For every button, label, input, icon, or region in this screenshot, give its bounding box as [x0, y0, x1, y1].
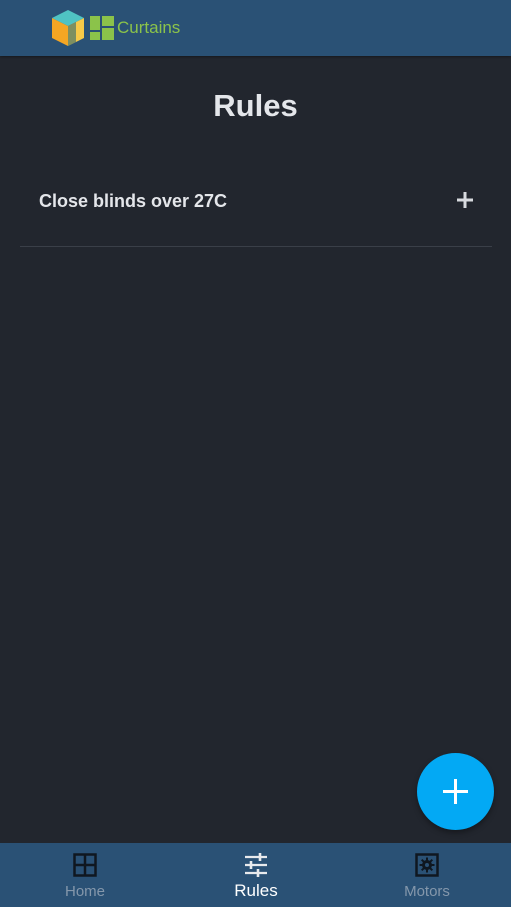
- nav-label-home: Home: [64, 883, 105, 900]
- nav-label-motors: Motors: [404, 883, 450, 900]
- page-title: Rules: [213, 88, 298, 123]
- app-header: Curtains: [0, 0, 511, 56]
- plus-icon: [443, 779, 468, 804]
- bottom-navigation: Home Rules Motors: [0, 843, 511, 907]
- plus-icon[interactable]: [456, 191, 474, 209]
- nav-item-motors[interactable]: Motors: [342, 843, 511, 907]
- app-root: Curtains Rules Close blinds over 27C Hom…: [0, 0, 511, 907]
- nav-item-rules[interactable]: Rules: [171, 843, 341, 907]
- gear-box-icon: [415, 853, 439, 877]
- add-rule-button[interactable]: [417, 753, 494, 830]
- cube-logo-icon: [52, 10, 84, 46]
- sliders-icon: [245, 853, 267, 877]
- nav-label-rules: Rules: [234, 881, 278, 900]
- grid-logo-icon: [90, 16, 114, 40]
- nav-item-home[interactable]: Home: [0, 843, 170, 907]
- grid-icon: [73, 853, 97, 877]
- rule-label: Close blinds over 27C: [39, 191, 228, 211]
- rule-list-item[interactable]: Close blinds over 27C: [20, 162, 492, 247]
- brand-name: Curtains: [117, 18, 181, 37]
